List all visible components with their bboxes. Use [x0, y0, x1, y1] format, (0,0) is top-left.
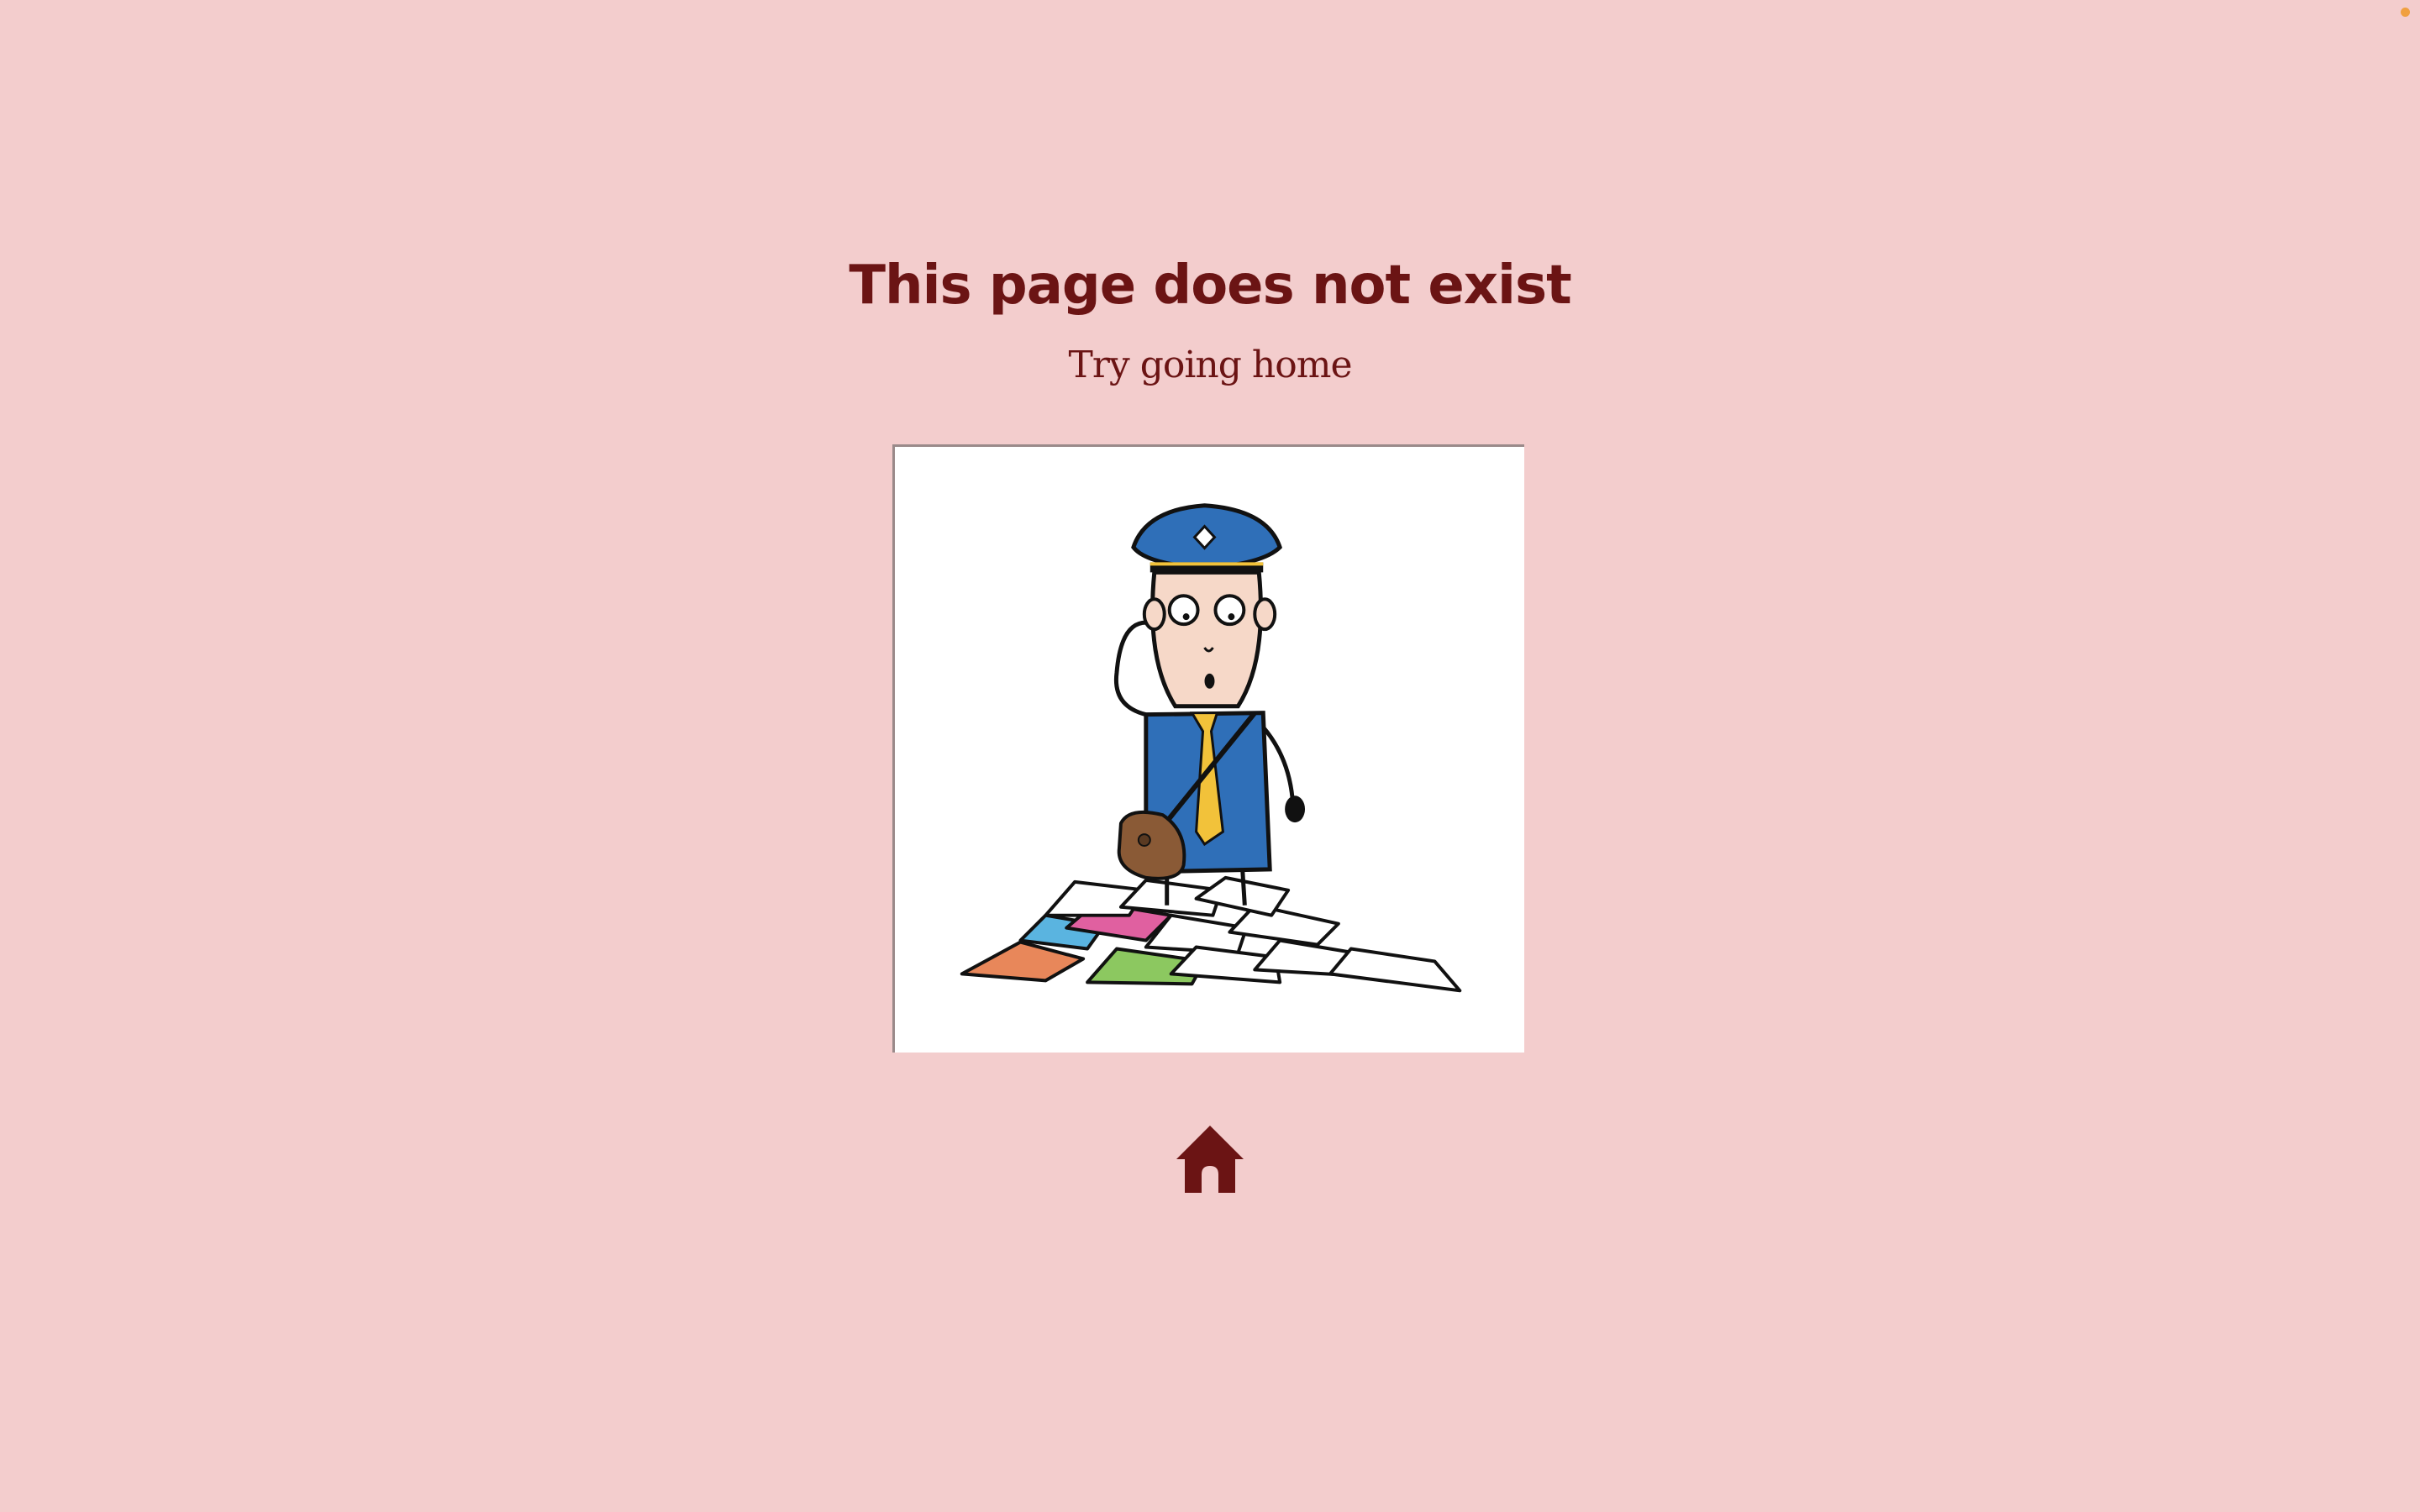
page-subtitle: Try going home	[1068, 344, 1352, 386]
page-title: This page does not exist	[849, 255, 1571, 317]
home-button[interactable]	[1173, 1122, 1247, 1196]
status-dot	[2401, 8, 2410, 17]
home-icon	[1176, 1126, 1244, 1193]
mail-carrier-illustration	[892, 444, 1524, 1053]
